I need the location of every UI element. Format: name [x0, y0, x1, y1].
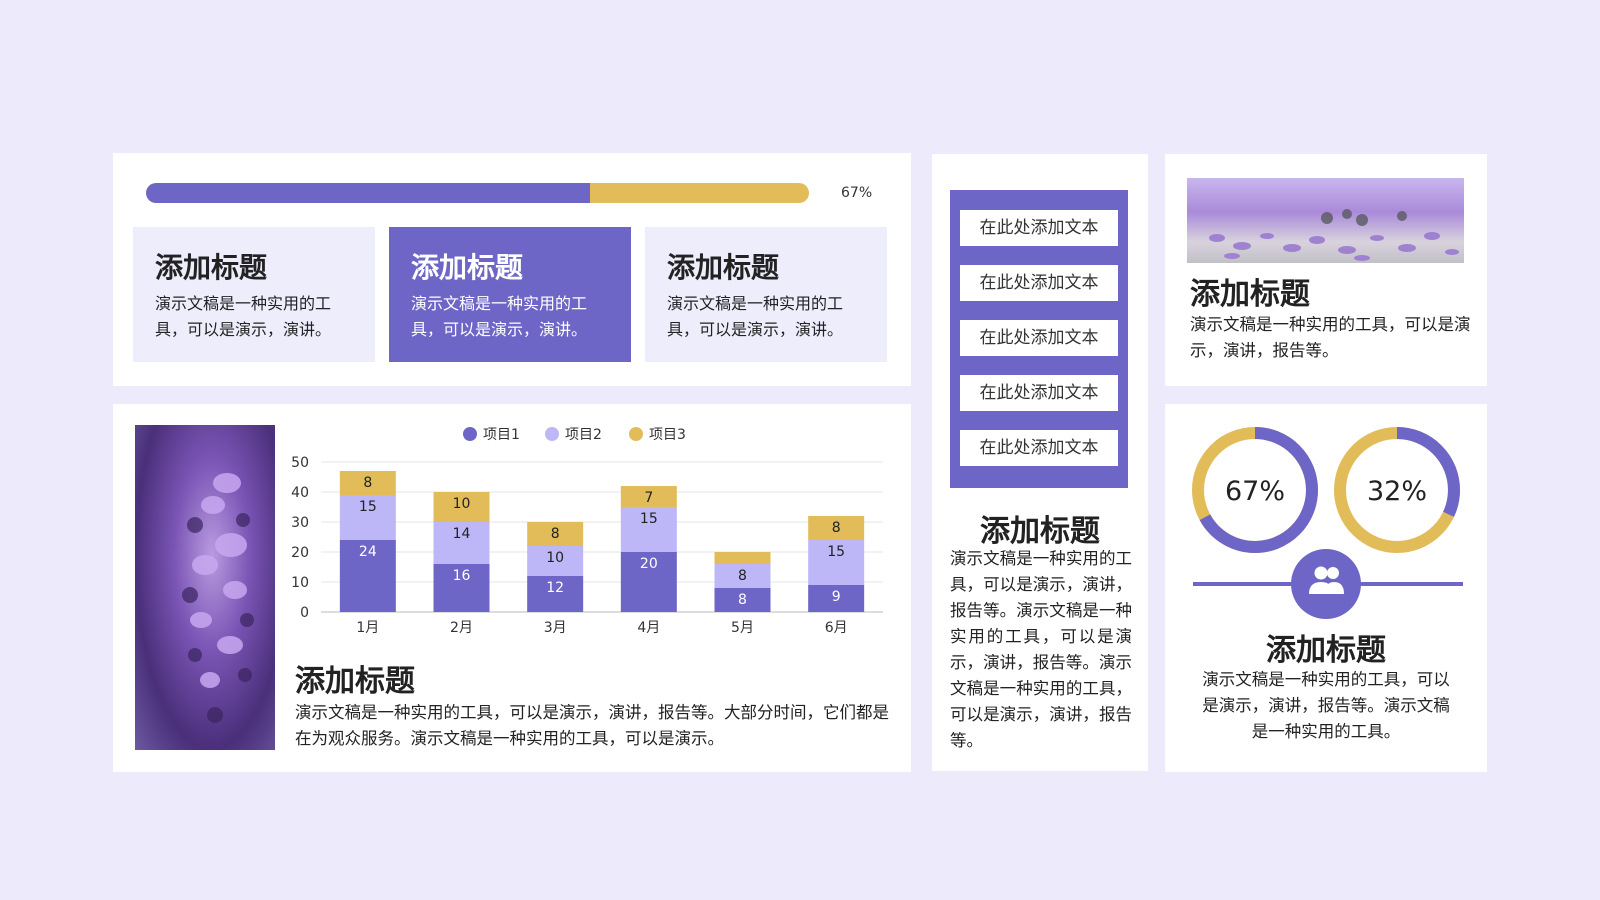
x-tick-label: 3月: [544, 620, 567, 636]
info-card-1: 添加标题 演示文稿是一种实用的工具，可以是演示，演讲。: [133, 227, 375, 362]
chart-panel-text: 演示文稿是一种实用的工具，可以是演示，演讲，报告等。大部分时间，它们都是在为观众…: [295, 703, 889, 748]
y-tick-label: 20: [291, 545, 309, 561]
x-tick-label: 5月: [731, 620, 754, 636]
legend-label: 项目1: [483, 427, 520, 443]
data-label: 15: [640, 511, 658, 527]
y-tick-label: 50: [291, 455, 309, 471]
data-label: 20: [640, 556, 658, 572]
x-tick-label: 1月: [356, 620, 379, 636]
data-label: 15: [359, 499, 377, 515]
donut-label: 32%: [1367, 476, 1427, 507]
data-label: 16: [453, 568, 471, 584]
y-tick-label: 40: [291, 485, 309, 501]
data-label: 8: [832, 520, 841, 536]
data-label: 10: [546, 550, 564, 566]
legend-marker: [463, 427, 477, 441]
chart-panel: 0 10 20 30 40 50 24 15 8 1月 16 14 10 2月 12 10 8 3月 20 15 7 4月…: [113, 404, 911, 772]
stacked-bar-chart: 0 10 20 30 40 50 24 15 8 1月 16 14 10 2月 12 10 8 3月 20 15 7 4月…: [291, 427, 883, 636]
card-text: 演示文稿是一种实用的工具，可以是演示，演讲。: [667, 294, 844, 339]
sequins-photo: [1187, 178, 1464, 263]
donut-group: 67% 32%: [1192, 427, 1463, 619]
x-tick-label: 6月: [825, 620, 848, 636]
list-item[interactable]: 在此处添加文本: [960, 320, 1118, 356]
data-label: 14: [453, 526, 471, 542]
card-text: 演示文稿是一种实用的工具，可以是演示，演讲。: [155, 294, 332, 339]
x-tick-label: 4月: [637, 620, 660, 636]
list-item[interactable]: 在此处添加文本: [960, 210, 1118, 246]
lavender-photo: [135, 425, 275, 750]
bar-segment: [714, 552, 771, 564]
card-title: 添加标题: [411, 251, 524, 284]
info-card-2-highlighted: 添加标题 演示文稿是一种实用的工具，可以是演示，演讲。: [389, 227, 631, 362]
progress-fill: [146, 183, 591, 203]
photo-card-title: 添加标题: [1190, 277, 1310, 312]
data-label: 8: [551, 526, 560, 542]
data-label: 8: [738, 568, 747, 584]
donut-panel: 67% 32% 添加标题 演示文稿是一种实用的工具，可以是演示，演讲，报告等。演示…: [1165, 404, 1487, 772]
list-item[interactable]: 在此处添加文本: [960, 265, 1118, 301]
progress-bar: [146, 183, 809, 203]
legend-marker: [545, 427, 559, 441]
y-tick-label: 10: [291, 575, 309, 591]
list-panel: 在此处添加文本 在此处添加文本 在此处添加文本 在此处添加文本 在此处添加文本 …: [932, 154, 1148, 771]
photo-card-text: 演示文稿是一种实用的工具，可以是演示，演讲，报告等。: [1190, 315, 1471, 360]
donut-panel-title: 添加标题: [1266, 633, 1386, 668]
card-title: 添加标题: [155, 251, 268, 284]
legend-label: 项目2: [565, 427, 602, 443]
data-label: 10: [453, 496, 471, 512]
data-label: 8: [738, 592, 747, 608]
data-label: 24: [359, 544, 377, 560]
data-label: 7: [644, 490, 653, 506]
data-label: 8: [363, 475, 372, 491]
progress-label: 67%: [841, 185, 873, 201]
list-item[interactable]: 在此处添加文本: [960, 375, 1118, 411]
list-panel-text: 演示文稿是一种实用的工具，可以是演示，演讲，报告等。演示文稿是一种实用的工具，可…: [950, 549, 1132, 750]
info-card-3: 添加标题 演示文稿是一种实用的工具，可以是演示，演讲。: [645, 227, 887, 362]
photo-card-panel: 添加标题 演示文稿是一种实用的工具，可以是演示，演讲，报告等。: [1165, 154, 1487, 386]
y-tick-label: 30: [291, 515, 309, 531]
progress-cards-panel: 67% 添加标题 演示文稿是一种实用的工具，可以是演示，演讲。 添加标题 演示文…: [113, 153, 911, 386]
text-list-box: 在此处添加文本 在此处添加文本 在此处添加文本 在此处添加文本 在此处添加文本: [950, 190, 1128, 488]
list-panel-title: 添加标题: [980, 514, 1100, 549]
legend-marker: [629, 427, 643, 441]
data-label: 9: [832, 589, 841, 605]
y-tick-label: 0: [300, 605, 309, 621]
list-item[interactable]: 在此处添加文本: [960, 430, 1118, 466]
legend-label: 项目3: [649, 427, 686, 443]
donut-label: 67%: [1225, 476, 1285, 507]
x-tick-label: 2月: [450, 620, 473, 636]
chart-panel-title: 添加标题: [295, 664, 415, 699]
donut-panel-text: 演示文稿是一种实用的工具，可以是演示，演讲，报告等。演示文稿是一种实用的工具。: [1202, 670, 1450, 741]
data-label: 15: [827, 544, 845, 560]
data-label: 12: [546, 580, 564, 596]
card-text: 演示文稿是一种实用的工具，可以是演示，演讲。: [411, 294, 588, 339]
card-title: 添加标题: [667, 251, 780, 284]
